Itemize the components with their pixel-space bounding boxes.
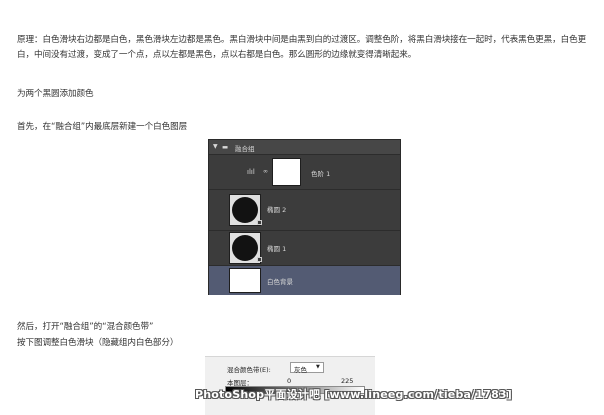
chevron-down-icon: ▼ <box>316 364 320 370</box>
layer-name-white-bg: 白色背景 <box>267 278 293 286</box>
principle-text: 原理：白色滑块右边都是白色，黑色滑块左边都是黑色。黑白滑块中间是由黑到白的过渡区… <box>17 35 587 60</box>
layer-name-ellipse2: 椭圆 2 <box>267 206 287 214</box>
shape-badge-icon <box>257 257 262 262</box>
link-chain-icon: ∞ <box>263 168 268 175</box>
layer-group-row[interactable]: ▼ ▬ 融合组 <box>209 140 400 155</box>
group-name: 融合组 <box>235 145 255 153</box>
step-title: 为两个黑圆添加颜色 <box>17 89 94 99</box>
layers-panel: ▼ ▬ 融合组 ılıl ∞ 色阶 1 椭圆 2 椭圆 1 白色背景 <box>208 139 401 295</box>
layer-name-levels: 色阶 1 <box>311 170 331 178</box>
layer-row-white-bg[interactable]: 白色背景 <box>209 266 400 295</box>
levels-mask-thumbnail <box>272 158 301 186</box>
white-bg-thumbnail <box>229 268 261 293</box>
step1-text: 首先，在“融合组”内最底层新建一个白色图层 <box>17 122 188 132</box>
layer-row-ellipse2[interactable]: 椭圆 2 <box>209 190 400 231</box>
shape-badge-icon <box>257 220 262 225</box>
black-circle-icon <box>232 235 258 261</box>
blend-if-label: 混合颜色带(E): <box>227 366 271 374</box>
step2-text: 然后，打开“融合组”的“混合颜色带” <box>17 322 154 332</box>
blend-if-select[interactable]: 灰色 ▼ <box>290 362 324 374</box>
levels-histogram-icon: ılıl <box>247 168 255 176</box>
watermark: PhotoShop平面设计吧 [www.lineeg.com/tieba/178… <box>195 388 513 401</box>
step3-text: 按下图调整白色滑块（隐藏组内白色部分） <box>17 338 179 348</box>
folder-icon: ▬ <box>222 143 229 151</box>
black-slider-value: 0 <box>287 377 292 385</box>
layer-row-levels[interactable]: ılıl ∞ 色阶 1 <box>209 155 400 190</box>
layer-name-ellipse1: 椭圆 1 <box>267 245 287 253</box>
white-slider-value: 225 <box>341 377 354 385</box>
layer-row-ellipse1[interactable]: 椭圆 1 <box>209 231 400 266</box>
blend-if-select-value: 灰色 <box>294 366 307 374</box>
expand-triangle-icon[interactable]: ▼ <box>213 143 218 150</box>
black-circle-icon <box>232 197 258 223</box>
